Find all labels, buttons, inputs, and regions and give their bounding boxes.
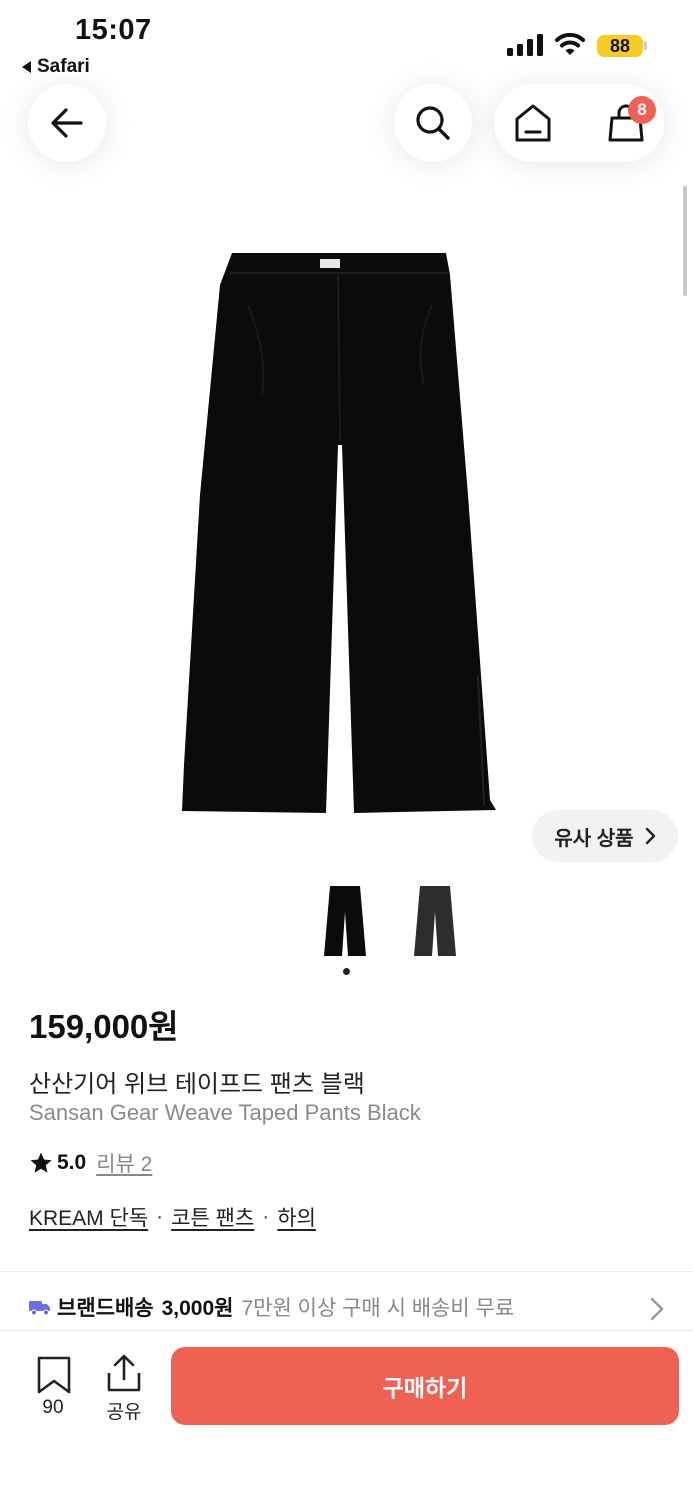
star-icon xyxy=(30,1152,52,1173)
tag-bottoms[interactable]: 하의 xyxy=(277,1202,316,1232)
tag-separator: · xyxy=(156,1205,164,1228)
bookmark-count: 90 xyxy=(42,1397,64,1418)
truck-icon xyxy=(29,1301,50,1316)
product-name-korean: 산산기어 위브 테이프드 팬츠 블랙 xyxy=(29,1071,365,1098)
back-triangle-icon xyxy=(22,61,31,73)
gallery-page-indicator xyxy=(343,968,350,975)
reviews-link[interactable]: 리뷰 2 xyxy=(96,1148,152,1178)
battery-indicator: 88 xyxy=(597,35,643,57)
section-divider xyxy=(0,1271,693,1272)
back-app-label: Safari xyxy=(37,56,90,77)
shipping-row[interactable]: 브랜드배송 3,000원 7만원 이상 구매 시 배송비 무료 xyxy=(29,1292,514,1322)
shipping-label: 브랜드배송 xyxy=(57,1297,154,1320)
wifi-icon xyxy=(555,32,585,55)
rating-score: 5.0 xyxy=(57,1151,87,1174)
buy-button[interactable]: 구매하기 xyxy=(171,1347,679,1425)
tag-kream-exclusive[interactable]: KREAM 단독 xyxy=(29,1202,148,1232)
product-price: 159,000원 xyxy=(29,1008,179,1045)
share-label: 공유 xyxy=(106,1402,142,1423)
chevron-right-icon xyxy=(645,827,655,845)
shipping-note: 7만원 이상 구매 시 배송비 무료 xyxy=(241,1297,515,1320)
tag-separator: · xyxy=(262,1205,270,1228)
bookmark-icon[interactable] xyxy=(34,1355,74,1395)
search-icon xyxy=(416,106,450,140)
cellular-signal-icon xyxy=(507,34,543,56)
similar-products-label: 유사 상품 xyxy=(554,827,634,850)
page-scrollbar[interactable] xyxy=(683,186,687,296)
back-to-safari[interactable]: Safari xyxy=(22,56,90,78)
product-image[interactable] xyxy=(178,245,500,815)
search-button[interactable] xyxy=(394,84,472,162)
rating-row: 5.0 리뷰 2 xyxy=(29,1148,152,1178)
battery-tip xyxy=(644,41,647,50)
tag-cotton-pants[interactable]: 코튼 팬츠 xyxy=(171,1202,254,1232)
shipping-fee: 3,000원 xyxy=(161,1297,234,1320)
product-name-english: Sansan Gear Weave Taped Pants Black xyxy=(29,1100,421,1125)
similar-products-button[interactable]: 유사 상품 xyxy=(532,810,678,862)
charcoal-pants-thumbnail[interactable] xyxy=(410,882,460,962)
cart-badge: 8 xyxy=(628,96,656,124)
arrow-left-icon xyxy=(51,108,83,138)
chevron-right-icon[interactable] xyxy=(648,1296,666,1322)
home-icon[interactable] xyxy=(511,100,555,146)
status-time: 15:07 xyxy=(75,14,152,46)
back-button[interactable] xyxy=(28,84,106,162)
share-icon[interactable] xyxy=(104,1353,144,1393)
black-pants-thumbnail[interactable] xyxy=(320,882,370,962)
tag-list: KREAM 단독 · 코튼 팬츠 · 하의 xyxy=(29,1202,316,1232)
